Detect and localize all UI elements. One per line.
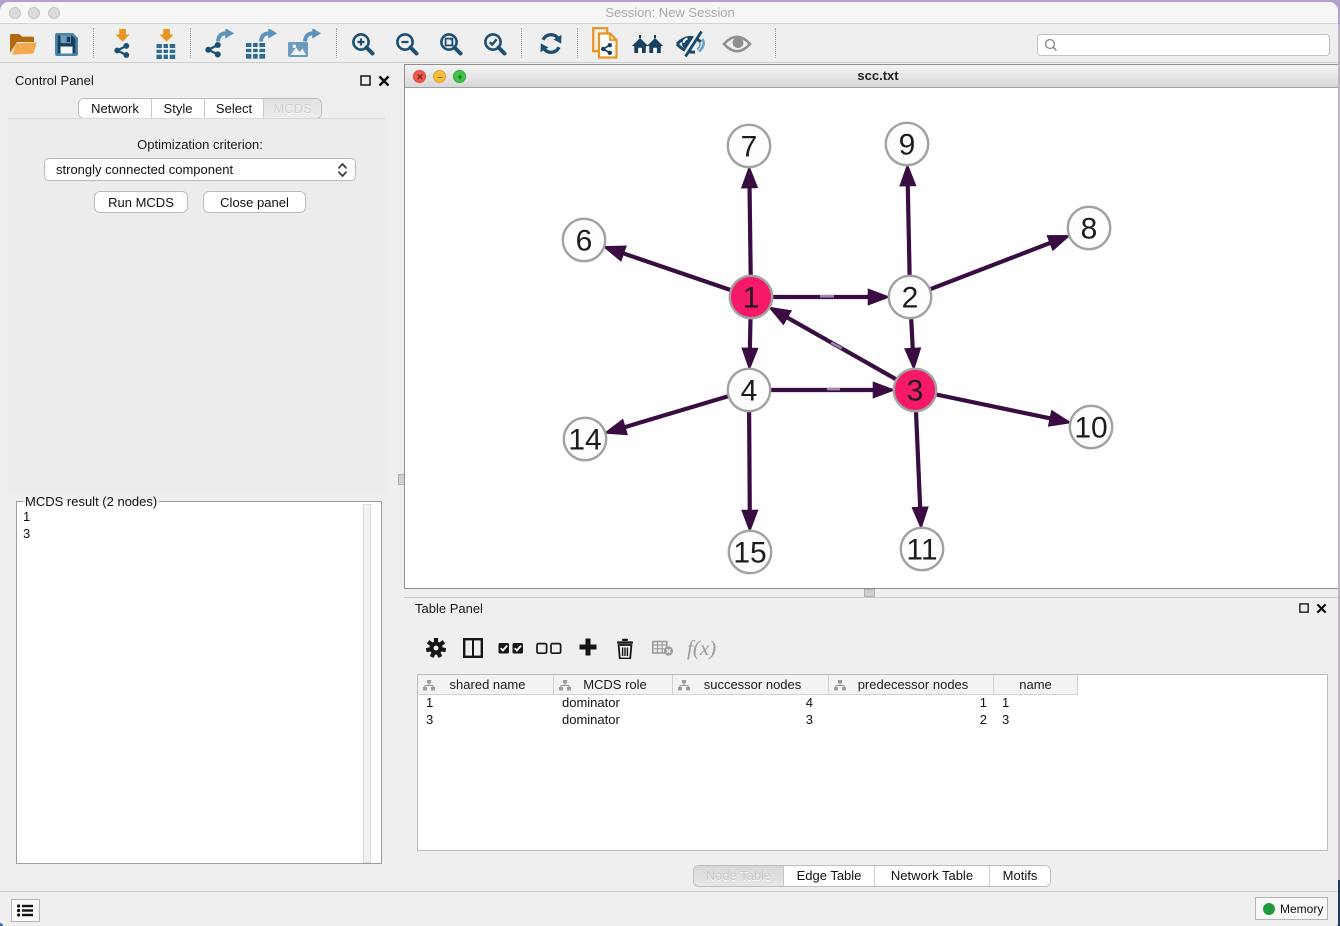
svg-text:4: 4 xyxy=(741,375,758,408)
svg-text:14: 14 xyxy=(568,424,601,457)
svg-text:10: 10 xyxy=(1074,412,1107,445)
svg-text:2: 2 xyxy=(902,282,919,315)
svg-text:15: 15 xyxy=(733,537,766,570)
svg-text:11: 11 xyxy=(906,534,937,567)
svg-text:6: 6 xyxy=(576,225,593,258)
svg-text:3: 3 xyxy=(907,375,924,408)
svg-text:7: 7 xyxy=(741,131,758,164)
svg-text:8: 8 xyxy=(1081,213,1098,246)
svg-text:9: 9 xyxy=(899,129,916,162)
svg-text:1: 1 xyxy=(743,282,760,315)
